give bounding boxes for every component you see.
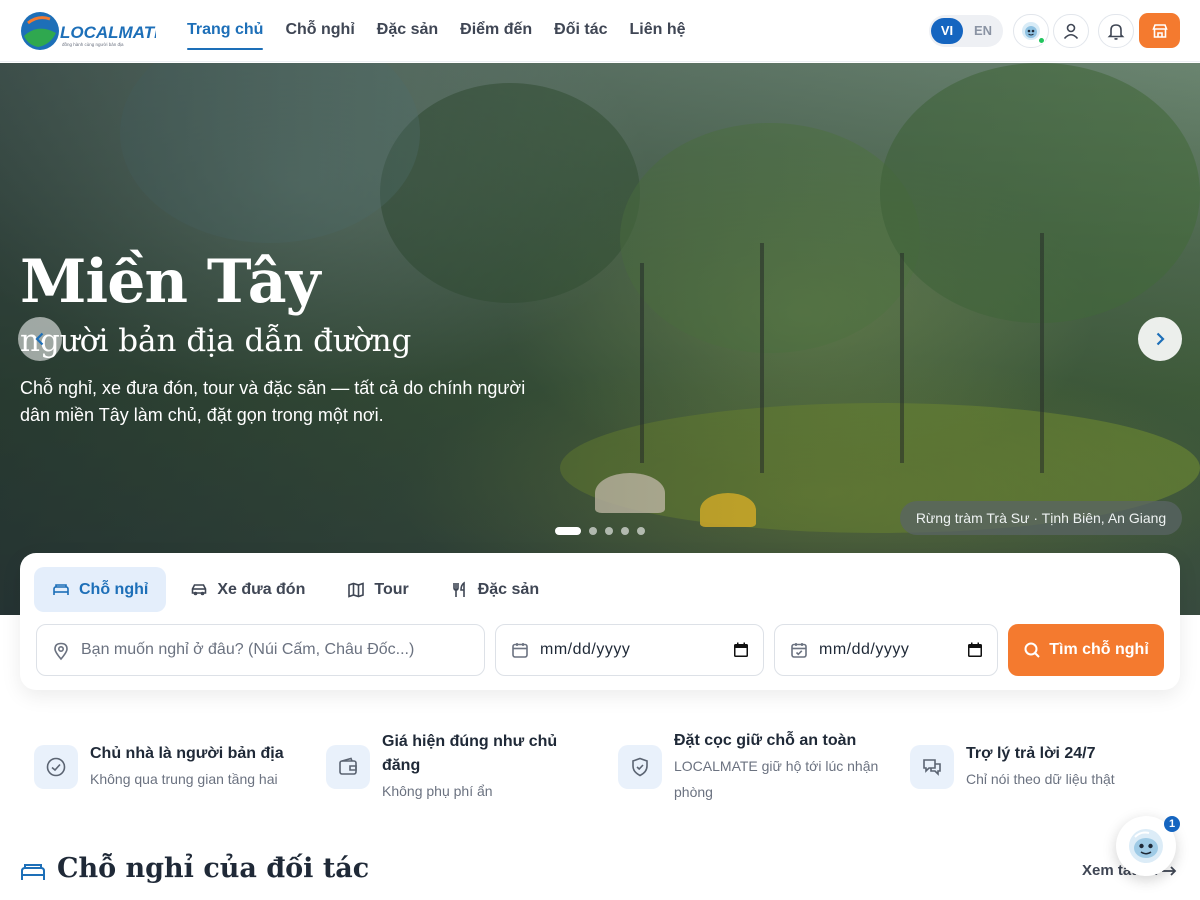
shield-icon <box>632 757 648 777</box>
tab-label: Đặc sản <box>477 580 540 598</box>
hero-dot[interactable] <box>589 527 597 535</box>
section-title: Chỗ nghỉ của đối tác <box>57 853 370 884</box>
notifications-button[interactable] <box>1098 14 1134 48</box>
hero-description: Chỗ nghỉ, xe đưa đón, tour và đặc sản — … <box>20 378 526 425</box>
nav-home[interactable]: Trang chủ <box>187 0 264 62</box>
feature-title: Chủ nhà là người bản địa <box>90 745 284 762</box>
lang-en-button[interactable]: EN <box>967 18 999 44</box>
assistant-button[interactable] <box>1013 14 1049 48</box>
logo-wordmark: LOCALMATE <box>60 23 156 42</box>
tab-transfer[interactable]: Xe đưa đón <box>172 567 323 612</box>
calendar-check-icon <box>791 643 807 658</box>
nav-partners[interactable]: Đối tác <box>554 0 607 62</box>
map-pin-icon <box>54 642 68 661</box>
checkout-field[interactable]: mm/dd/yyyy <box>774 624 998 676</box>
hero-subtitle: người bản địa dẫn đường <box>20 323 412 359</box>
nav-contact[interactable]: Liên hệ <box>630 0 686 62</box>
localmate-logo[interactable]: LOCALMATE đồng hành cùng người bản địa <box>20 9 156 53</box>
chat-icon <box>923 759 941 776</box>
top-header: LOCALMATE đồng hành cùng người bản địa T… <box>0 0 1200 62</box>
chevron-right-icon <box>1156 332 1165 346</box>
nav-specialties[interactable]: Đặc sản <box>377 0 438 62</box>
feature-subtitle: Chỉ nói theo dữ liệu thật <box>966 771 1115 787</box>
search-button-label: Tìm chỗ nghỉ <box>1049 641 1149 658</box>
assistant-mascot-icon <box>1129 829 1163 863</box>
nav-destinations[interactable]: Điểm đến <box>460 0 532 62</box>
hero-dot[interactable] <box>637 527 645 535</box>
feature-title: Đặt cọc giữ chỗ an toàn <box>674 732 857 749</box>
lang-vi-button[interactable]: VI <box>931 18 963 44</box>
search-stays-button[interactable]: Tìm chỗ nghỉ <box>1008 624 1164 676</box>
feature-icon-box <box>910 745 954 789</box>
feature-list: Chủ nhà là người bản địa Không qua trung… <box>34 728 1184 808</box>
calendar-picker-icon[interactable] <box>967 642 983 658</box>
map-icon <box>348 581 365 598</box>
feature-icon-box <box>34 745 78 789</box>
language-switch: VI EN <box>929 15 1003 47</box>
tab-stays[interactable]: Chỗ nghỉ <box>34 567 167 612</box>
tab-label: Tour <box>374 580 409 598</box>
bed-icon <box>21 864 45 880</box>
tab-label: Chỗ nghỉ <box>79 580 149 598</box>
destination-field <box>36 624 485 676</box>
feature-title: Giá hiện đúng như chủ đăng <box>382 733 558 774</box>
calendar-picker-icon[interactable] <box>733 642 749 658</box>
hero-dot[interactable] <box>555 527 581 535</box>
main-nav: Trang chủ Chỗ nghỉ Đặc sản Điểm đến Đối … <box>187 0 686 62</box>
check-circle-icon <box>46 757 66 777</box>
feature-subtitle: Không qua trung gian tầng hai <box>90 771 278 787</box>
chat-assistant-button[interactable]: 1 <box>1116 816 1180 876</box>
feature-icon-box <box>326 745 370 789</box>
hero-dot[interactable] <box>605 527 613 535</box>
utensils-icon <box>452 581 465 597</box>
hero-prev-button[interactable] <box>18 317 62 361</box>
nav-stays[interactable]: Chỗ nghỉ <box>285 0 354 62</box>
account-button[interactable] <box>1053 14 1089 48</box>
bell-icon <box>1107 24 1125 40</box>
logo-tagline: đồng hành cùng người bản địa <box>62 42 124 47</box>
feature-title: Trợ lý trả lời 24/7 <box>966 745 1096 762</box>
hero-banner: Miền Tây người bản địa dẫn đường Chỗ ngh… <box>0 63 1200 615</box>
hero-location-caption: Rừng tràm Trà Sư · Tịnh Biên, An Giang <box>900 501 1182 535</box>
feature-subtitle: LOCALMATE giữ hộ tới lúc nhận phòng <box>674 758 879 800</box>
hero-dot[interactable] <box>621 527 629 535</box>
chevron-left-icon <box>35 332 44 346</box>
tab-tour[interactable]: Tour <box>329 567 426 612</box>
shop-button[interactable] <box>1139 13 1180 48</box>
wallet-icon <box>339 757 357 775</box>
tab-specialties[interactable]: Đặc sản <box>433 567 557 612</box>
page: LOCALMATE đồng hành cùng người bản địa T… <box>0 0 1200 900</box>
hero-pagination <box>555 527 645 535</box>
car-icon <box>192 583 207 595</box>
search-icon <box>1024 642 1040 658</box>
chat-notification-badge: 1 <box>1164 816 1180 832</box>
checkin-date-input[interactable]: mm/dd/yyyy <box>540 641 630 659</box>
hero-next-button[interactable] <box>1138 317 1182 361</box>
calendar-icon <box>512 643 528 658</box>
checkout-date-input[interactable]: mm/dd/yyyy <box>819 641 909 659</box>
feature-subtitle: Không phụ phí ẩn <box>382 783 493 799</box>
feature-icon-box <box>618 745 662 789</box>
checkin-field[interactable]: mm/dd/yyyy <box>495 624 764 676</box>
search-card: Chỗ nghỉ Xe đưa đón Tour Đặc sản Bạn muố… <box>20 553 1180 690</box>
hero-title: Miền Tây <box>20 247 320 317</box>
online-indicator <box>1038 37 1045 44</box>
search-tabs: Chỗ nghỉ Xe đưa đón Tour Đặc sản <box>34 567 557 612</box>
user-icon <box>1063 23 1079 40</box>
destination-input[interactable] <box>81 641 484 659</box>
shop-icon <box>1151 23 1168 38</box>
bed-icon <box>53 583 69 595</box>
tab-label: Xe đưa đón <box>217 580 306 598</box>
